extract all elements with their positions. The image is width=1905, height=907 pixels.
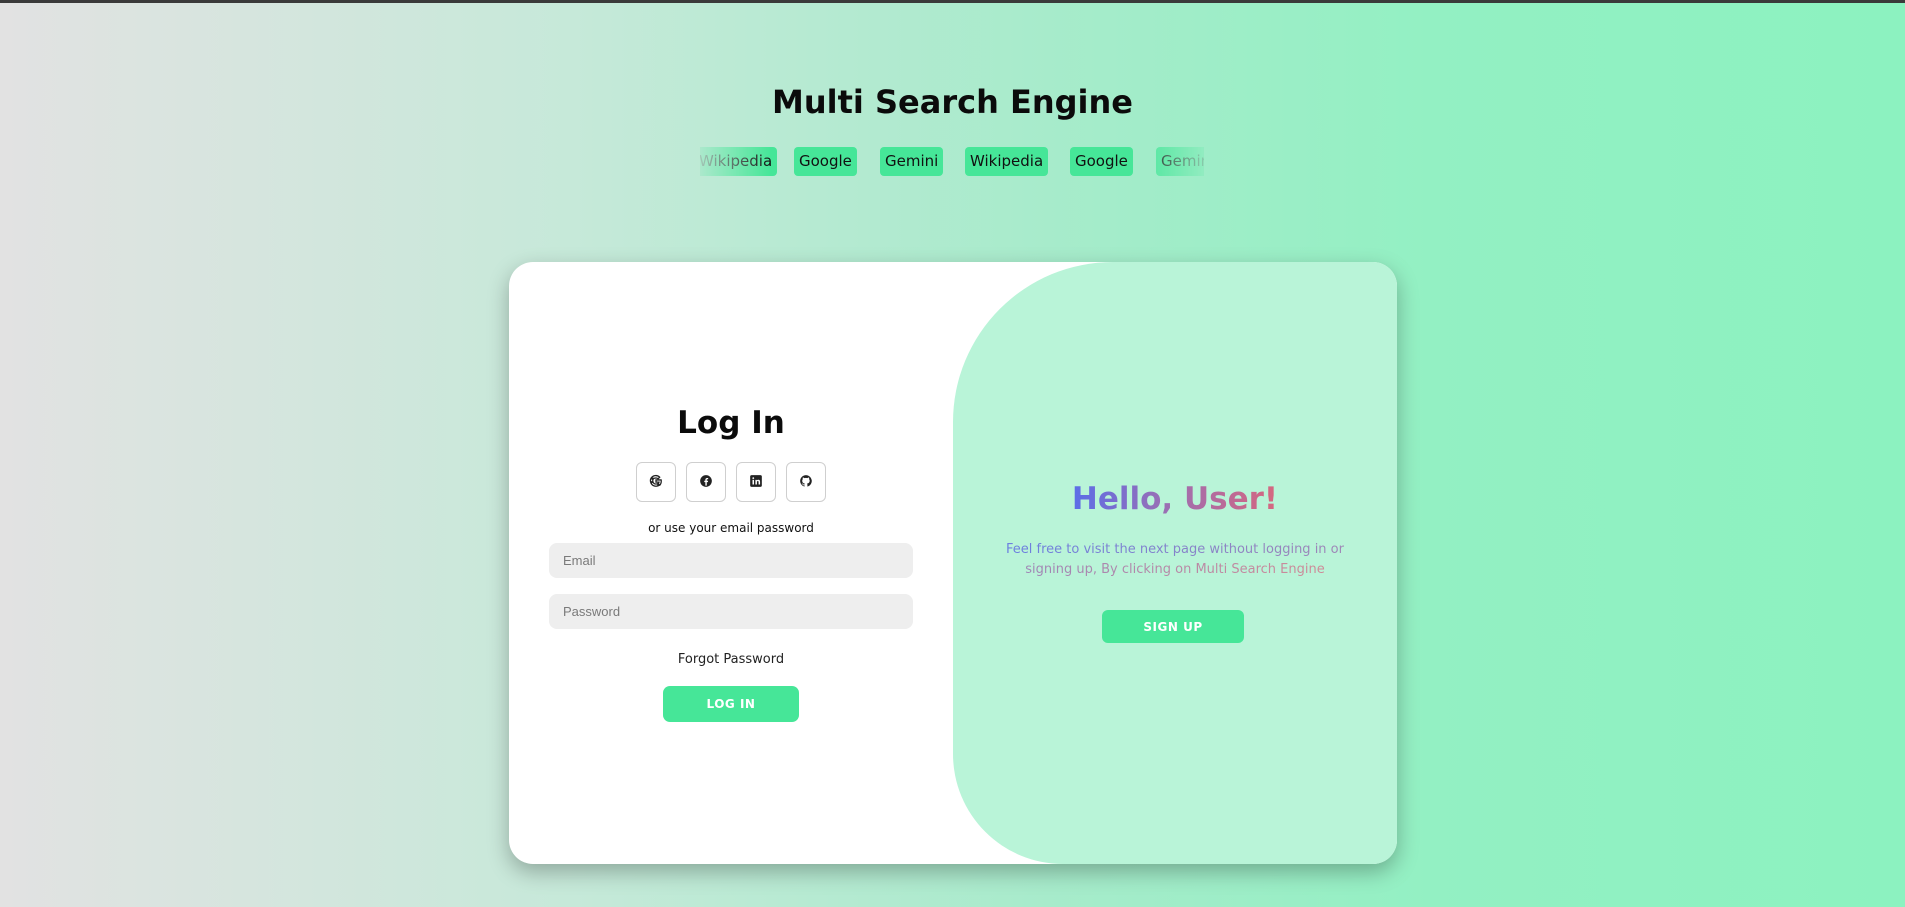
facebook-icon <box>699 473 713 492</box>
search-engine-ticker: Wikipedia Google Gemini Wikipedia Google… <box>700 147 1204 177</box>
password-field[interactable] <box>549 594 913 629</box>
alt-login-text: or use your email password <box>648 521 814 535</box>
login-button[interactable]: LOG IN <box>663 686 799 722</box>
social-login-row <box>636 462 832 502</box>
ticker-chip-gemini[interactable]: Gemini <box>880 147 944 176</box>
github-login-button[interactable] <box>786 462 826 502</box>
ticker-chip-google[interactable]: Google <box>794 147 857 176</box>
welcome-title: Hello, User! <box>953 481 1397 517</box>
linkedin-login-button[interactable] <box>736 462 776 502</box>
google-login-button[interactable] <box>636 462 676 502</box>
signup-button[interactable]: SIGN UP <box>1102 610 1244 643</box>
forgot-password-link[interactable]: Forgot Password <box>509 652 953 667</box>
login-title: Log In <box>677 405 785 441</box>
welcome-title-text: Hello, User! <box>1071 481 1279 517</box>
email-field[interactable] <box>549 543 913 578</box>
ticker-chip-wikipedia[interactable]: Wikipedia <box>700 147 778 176</box>
site-title[interactable]: Multi Search Engine <box>0 83 1905 121</box>
login-panel: Log In or use your email password Email … <box>509 262 953 864</box>
linkedin-icon <box>749 473 763 492</box>
welcome-message: Feel free to visit the next page without… <box>993 540 1357 580</box>
ticker-chip-gemini[interactable]: Gemini <box>1156 147 1204 176</box>
ticker-chip-wikipedia[interactable]: Wikipedia <box>965 147 1049 176</box>
welcome-message-text: Feel free to visit the next page without… <box>1006 542 1344 577</box>
github-icon <box>799 473 813 492</box>
welcome-panel: Hello, User! Feel free to visit the next… <box>953 262 1397 864</box>
ticker-track: Wikipedia Google Gemini Wikipedia Google… <box>700 147 1204 177</box>
auth-card: Log In or use your email password Email … <box>509 262 1397 864</box>
ticker-chip-google[interactable]: Google <box>1070 147 1133 176</box>
google-icon <box>649 473 663 492</box>
facebook-login-button[interactable] <box>686 462 726 502</box>
